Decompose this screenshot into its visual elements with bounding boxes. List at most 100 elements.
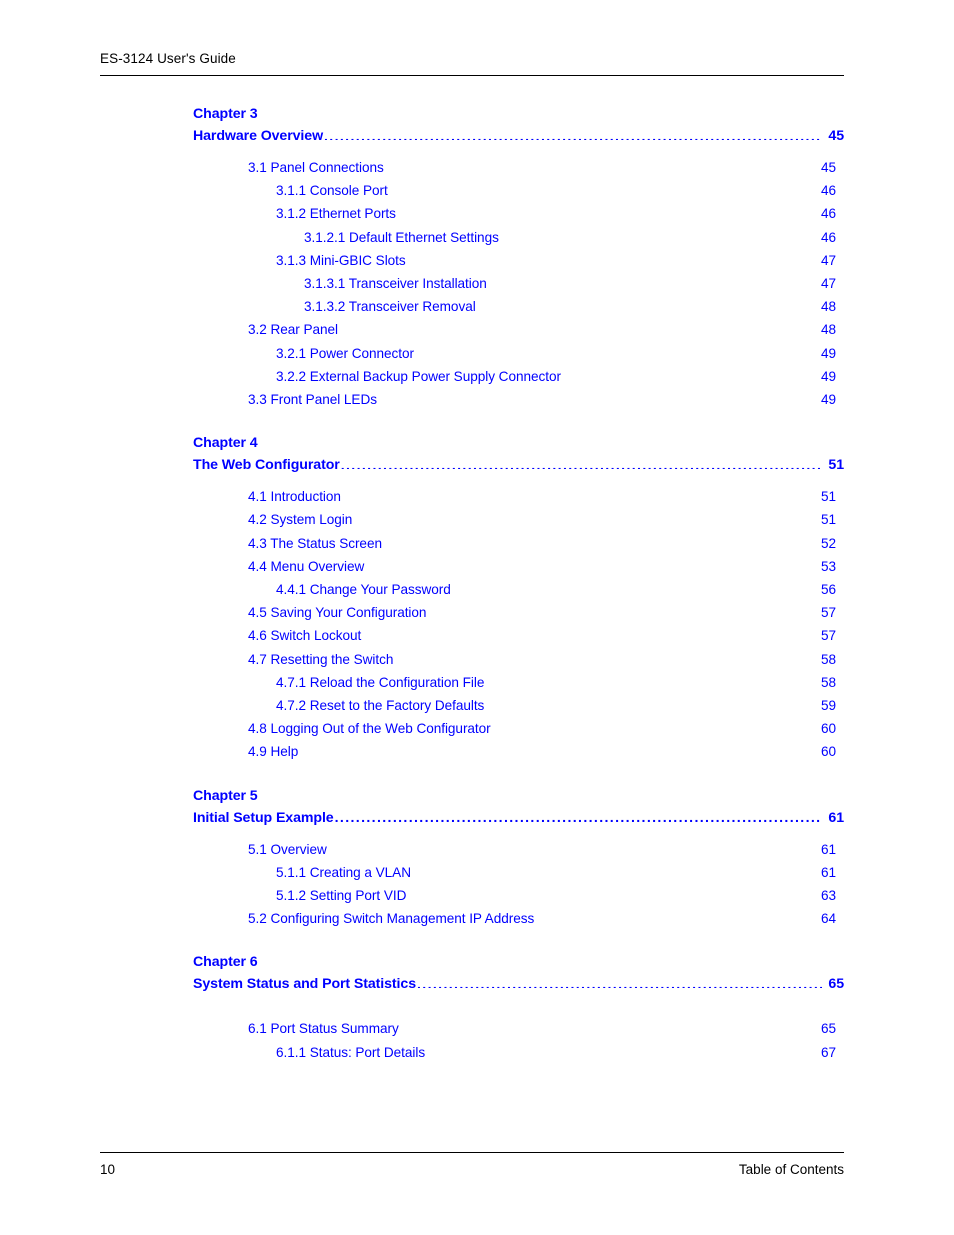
toc-entry-label: 3.1.3.1 Transceiver Installation (304, 276, 487, 292)
leader-dots (349, 488, 820, 502)
toc-entry-label: 3.2 Rear Panel (248, 322, 338, 338)
toc-entry[interactable]: 4.3 The Status Screen 52 (248, 532, 836, 555)
toc-entry[interactable]: 4.4 Menu Overview 53 (248, 555, 836, 578)
page-number: 47 (820, 252, 836, 268)
toc-entry[interactable]: 4.2 System Login 51 (248, 508, 836, 531)
leader-dots (375, 511, 820, 525)
toc-entry-label: 3.1 Panel Connections (248, 160, 384, 175)
toc-entry[interactable]: 5.1 Overview 61 (248, 838, 836, 861)
toc-entry-label: 3.1.1 Console Port (276, 183, 388, 199)
leader-dots (407, 158, 820, 172)
leader-dots (372, 557, 820, 571)
footer-divider (100, 1152, 844, 1153)
toc-entry[interactable]: 6.1 Port Status Summary 65 (248, 1017, 836, 1040)
toc-entry[interactable]: 5.2 Configuring Switch Management IP Add… (248, 907, 836, 930)
toc-entry[interactable]: 4.7 Resetting the Switch 58 (248, 648, 836, 671)
toc-entry-label: 3.3 Front Panel LEDs (248, 392, 377, 408)
chapter-toc-entry[interactable]: System Status and Port Statistics 65 (193, 973, 844, 995)
toc-entry[interactable]: 4.4.1 Change Your Password 56 (276, 578, 836, 601)
toc-entry-label: 4.5 Saving Your Configuration (248, 605, 427, 621)
toc-entry[interactable]: 3.2.1 Power Connector 49 (276, 342, 836, 365)
chapter-title: The Web Configurator (193, 457, 340, 474)
toc-entry[interactable]: 3.1.3 Mini-GBIC Slots 47 (276, 249, 836, 272)
toc-entry[interactable]: 3.1.3.1 Transceiver Installation 47 (304, 272, 836, 295)
toc-entry[interactable]: 4.7.2 Reset to the Factory Defaults 59 (276, 694, 836, 717)
chapter-title: System Status and Port Statistics (193, 976, 416, 993)
running-header: ES-3124 User's Guide (100, 50, 844, 67)
toc-entry[interactable]: 4.9 Help 60 (248, 740, 836, 763)
toc-entry[interactable]: 4.1 Introduction 51 (248, 485, 836, 508)
toc-entry[interactable]: 4.8 Logging Out of the Web Configurator 6… (248, 717, 836, 740)
toc-entry[interactable]: 6.1.1 Status: Port Details 67 (276, 1041, 836, 1064)
page-number: 53 (820, 558, 836, 574)
page-number: 49 (820, 392, 836, 408)
toc-entry-label: 3.1.2.1 Default Ethernet Settings (304, 229, 499, 245)
leader-dots (434, 604, 820, 618)
chapter-label: Chapter 6 (193, 954, 258, 971)
leader-dots (542, 910, 820, 924)
chapter-label: Chapter 4 (193, 435, 258, 452)
chapter-toc-entry[interactable]: The Web Configurator 51 (193, 454, 844, 476)
table-of-contents: Chapter 3Hardware Overview453.1 Panel Co… (0, 104, 954, 1064)
page-number: 49 (820, 368, 836, 384)
toc-entry[interactable]: 3.1.1 Console Port 46 (276, 179, 836, 202)
leader-dots (416, 650, 820, 664)
toc-entry[interactable]: 3.2.2 External Backup Power Supply Conne… (276, 365, 836, 388)
toc-entry[interactable]: 3.1 Panel Connections 45 (248, 156, 836, 179)
toc-entry[interactable]: 3.1.2 Ethernet Ports 46 (276, 202, 836, 225)
toc-entry-label: 6.1.1 Status: Port Details (276, 1044, 426, 1060)
toc-entry[interactable]: 3.1.3.2 Transceiver Removal 48 (304, 295, 836, 318)
footer-page-number: 10 (100, 1162, 116, 1177)
toc-entry[interactable]: 4.5 Saving Your Configuration 57 (248, 601, 836, 624)
toc-entry[interactable]: 5.1.1 Creating a VLAN 61 (276, 861, 836, 884)
header-divider (100, 75, 844, 76)
page-number: 48 (820, 299, 836, 315)
page-number: 64 (820, 911, 836, 927)
chapter-title: Initial Setup Example (193, 809, 334, 826)
footer-section-name: Table of Contents (738, 1162, 844, 1177)
leader-dots (414, 886, 820, 900)
page-number: 67 (820, 1044, 836, 1060)
page-number: 46 (820, 229, 836, 245)
leader-dots (448, 1043, 820, 1057)
toc-entry[interactable]: 3.3 Front Panel LEDs 49 (248, 388, 836, 411)
entries-spacer (0, 995, 954, 1017)
page-number: 49 (820, 345, 836, 361)
toc-entry[interactable]: 5.1.2 Setting Port VID 63 (276, 884, 836, 907)
leader-dots (492, 696, 820, 710)
page-number: 51 (820, 512, 836, 528)
toc-entry[interactable]: 4.7.1 Reload the Configuration File 58 (276, 671, 836, 694)
chapter-toc-entry[interactable]: Initial Setup Example 61 (193, 807, 844, 829)
toc-entry[interactable]: 3.1.2.1 Default Ethernet Settings 46 (304, 226, 836, 249)
toc-entry[interactable]: 3.2 Rear Panel 48 (248, 318, 836, 341)
page-number: 63 (820, 888, 836, 904)
leader-dots (417, 974, 822, 988)
page-number: 51 (820, 489, 836, 505)
toc-entry-label: 4.4.1 Change Your Password (276, 582, 451, 598)
page-number: 65 (828, 976, 844, 993)
toc-entry-label: 3.1.3.2 Transceiver Removal (304, 299, 476, 315)
leader-dots (414, 251, 820, 265)
page-number: 56 (820, 582, 836, 598)
page-footer: 10 Table of Contents (100, 1161, 844, 1179)
page-number: 58 (820, 651, 836, 667)
leader-dots (430, 1020, 820, 1034)
chapter-spacer (0, 411, 954, 433)
page-number: 45 (828, 128, 844, 144)
leader-dots (499, 298, 820, 312)
toc-entry[interactable]: 4.6 Switch Lockout 57 (248, 624, 836, 647)
toc-entry-label: 4.1 Introduction (248, 489, 341, 505)
page-number: 61 (820, 864, 836, 880)
toc-entry-label: 4.8 Logging Out of the Web Configurator (248, 721, 491, 737)
chapter-toc-entry[interactable]: Hardware Overview 45 (193, 125, 844, 147)
page-number: 46 (820, 183, 836, 199)
page-number: 57 (820, 605, 836, 621)
leader-dots (510, 274, 820, 288)
page-number: 59 (820, 698, 836, 714)
toc-entry-label: 5.1.2 Setting Port VID (276, 888, 407, 904)
toc-chapter-block: Chapter 3Hardware Overview453.1 Panel Co… (0, 104, 954, 411)
toc-entry-label: 6.1 Port Status Summary (248, 1021, 399, 1037)
page-number: 52 (820, 535, 836, 551)
toc-chapter-block: Chapter 4The Web Configurator514.1 Intro… (0, 411, 954, 763)
header-title: ES-3124 User's Guide (100, 51, 236, 66)
